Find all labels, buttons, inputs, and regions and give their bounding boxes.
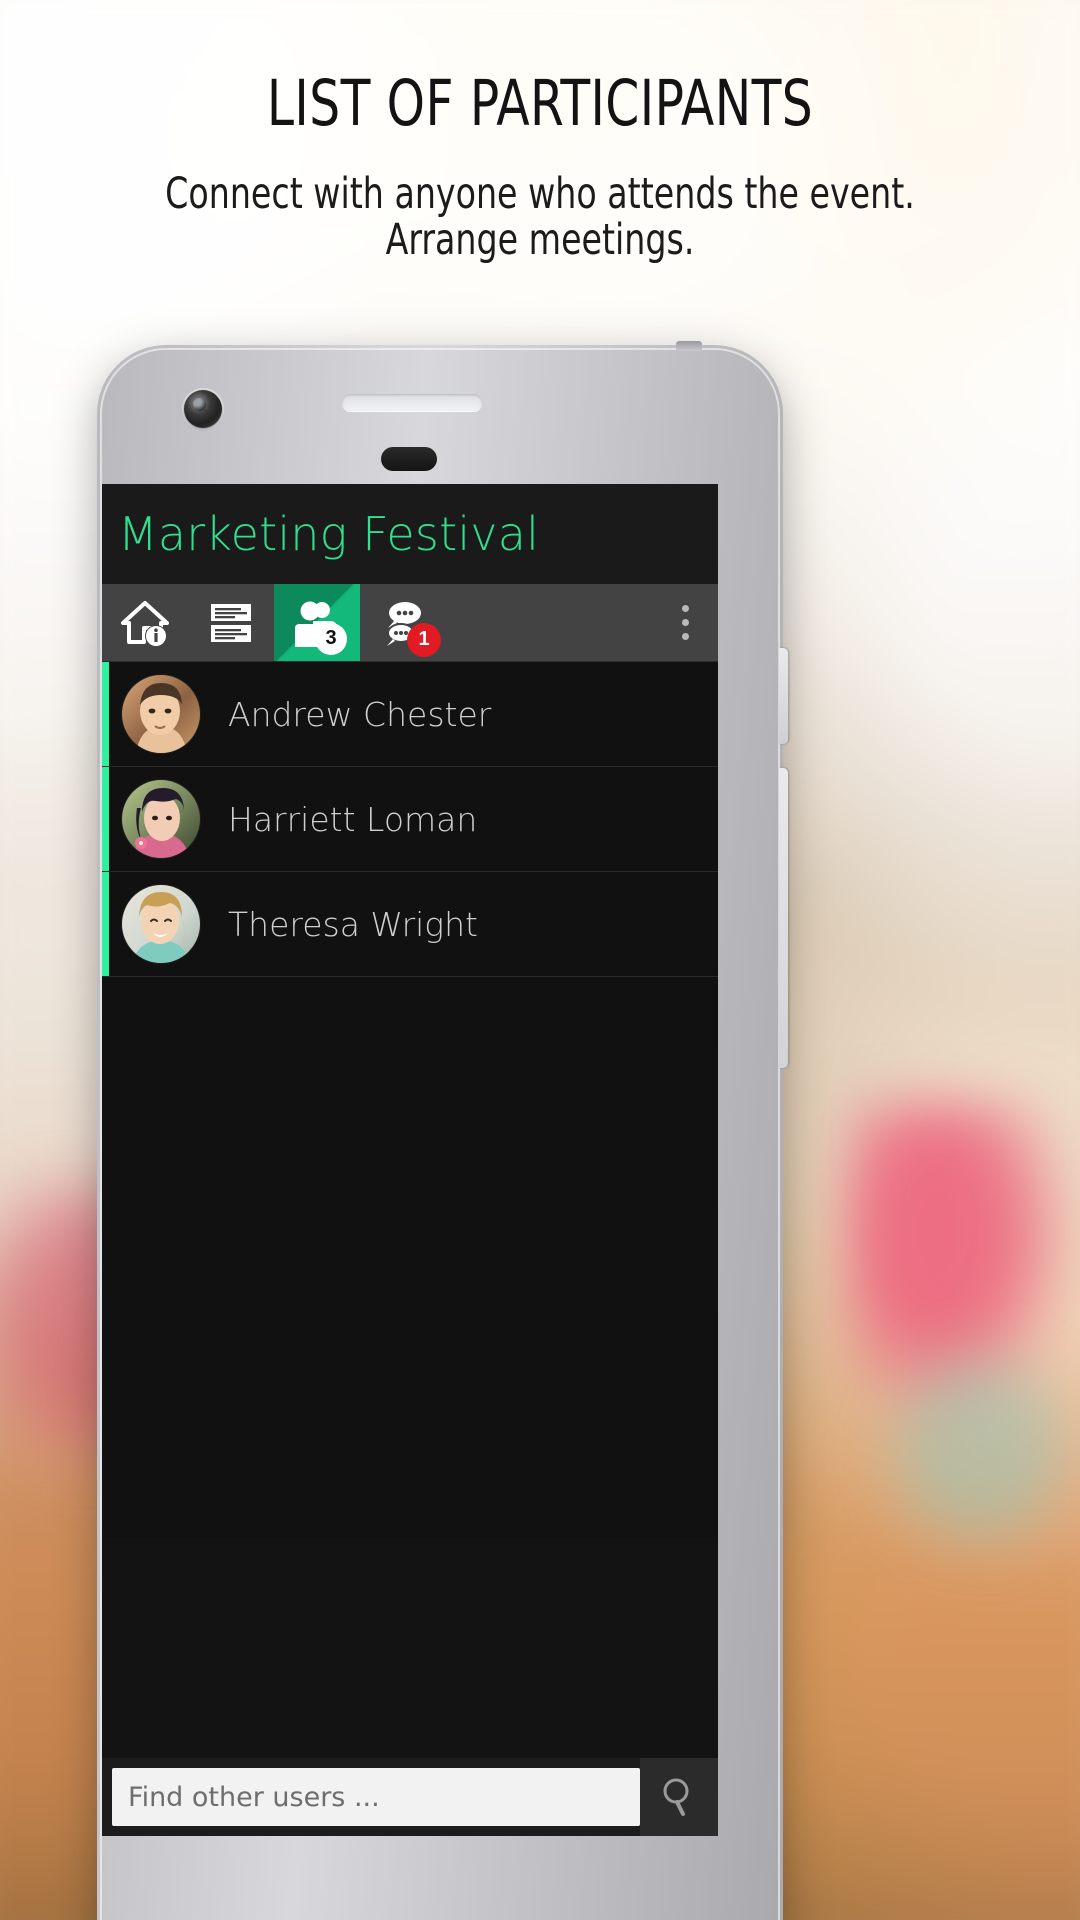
- participant-name: Harriett Loman: [228, 799, 478, 839]
- tab-participants[interactable]: 3: [274, 584, 360, 661]
- row-accent-bar: [102, 662, 109, 766]
- earpiece-speaker: [342, 394, 482, 411]
- proximity-sensor: [381, 447, 437, 471]
- phone-mockup: Marketing Festival 3 1 Andrew Chester Ha…: [97, 341, 788, 1920]
- list-item[interactable]: Andrew Chester: [102, 662, 718, 767]
- promo-subtitle-line-1: Connect with anyone who attends the even…: [165, 169, 915, 219]
- overflow-dot-3: [681, 633, 689, 640]
- page-title: LIST OF PARTICIPANTS: [266, 67, 814, 140]
- bokeh-highlight-teal: [880, 1340, 1080, 1560]
- list-item[interactable]: Harriett Loman: [102, 767, 718, 872]
- tab-participants-badge: 3: [315, 622, 347, 655]
- avatar: [122, 780, 200, 858]
- tab-agenda[interactable]: [188, 584, 274, 661]
- search-input[interactable]: [112, 1768, 640, 1826]
- row-accent-bar: [102, 767, 109, 871]
- promo-subtitle: Connect with anyone who attends the even…: [76, 171, 1005, 264]
- search-button[interactable]: [640, 1758, 718, 1836]
- chat-bubbles-icon: 1: [377, 597, 441, 657]
- phone-chin: [100, 1838, 780, 1920]
- avatar: [122, 885, 200, 963]
- tab-messages-badge: 1: [407, 622, 441, 657]
- promo-text-block: LIST OF PARTICIPANTS Connect with anyone…: [0, 72, 1080, 264]
- tab-bar: 3 1: [102, 584, 718, 662]
- participant-name: Andrew Chester: [228, 694, 492, 734]
- home-info-icon: [119, 597, 171, 649]
- document-list-icon: [205, 597, 257, 649]
- participant-list: Andrew Chester Harriett Loman Theresa Wr…: [102, 662, 718, 1537]
- tab-home[interactable]: [102, 584, 188, 661]
- avatar: [122, 675, 200, 753]
- phone-power-button[interactable]: [779, 648, 788, 744]
- people-icon: 3: [291, 597, 347, 655]
- tab-messages[interactable]: 1: [360, 584, 446, 661]
- phone-volume-button[interactable]: [779, 768, 788, 1068]
- tab-bar-spacer: [446, 584, 652, 661]
- phone-top-nub: [676, 341, 702, 351]
- front-camera-icon: [184, 390, 222, 428]
- search-bar: [102, 1758, 718, 1836]
- row-accent-bar: [102, 872, 109, 976]
- overflow-dot-1: [681, 605, 689, 612]
- overflow-dot-2: [681, 619, 689, 626]
- search-icon: [657, 1774, 701, 1821]
- app-bar: Marketing Festival: [102, 484, 718, 584]
- promo-subtitle-line-2: Arrange meetings.: [385, 215, 695, 266]
- list-empty-area: [102, 977, 718, 1537]
- participant-name: Theresa Wright: [228, 904, 478, 944]
- phone-screen: Marketing Festival 3 1 Andrew Chester Ha…: [102, 484, 718, 1836]
- overflow-menu-button[interactable]: [652, 584, 718, 661]
- app-title: Marketing Festival: [118, 507, 540, 561]
- list-item[interactable]: Theresa Wright: [102, 872, 718, 977]
